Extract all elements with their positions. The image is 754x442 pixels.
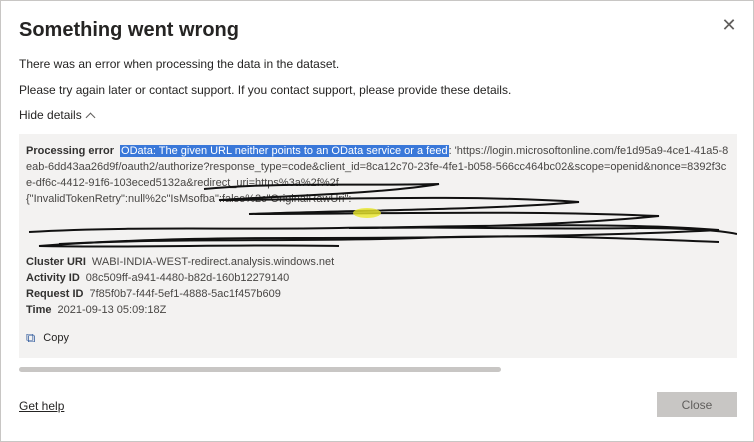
processing-error-label: Processing error: [26, 145, 115, 157]
time-label: Time: [26, 304, 52, 316]
error-dialog: Something went wrong ✕ There was an erro…: [0, 0, 754, 442]
time-value: 2021-09-13 05:09:18Z: [57, 304, 167, 316]
cluster-uri-label: Cluster URI: [26, 256, 86, 268]
processing-error-highlight: OData: The given URL neither points to a…: [120, 145, 449, 157]
chevron-up-icon: [85, 112, 96, 122]
request-id-label: Request ID: [26, 288, 84, 300]
activity-id-value: 08c509ff-a941-4480-b82d-160b12279140: [85, 272, 290, 284]
processing-error-row: Processing error OData: The given URL nei…: [26, 143, 731, 207]
activity-id-row: Activity ID 08c509ff-a941-4480-b82d-160b1…: [26, 270, 289, 286]
close-icon[interactable]: ✕: [719, 15, 739, 35]
cluster-uri-value: WABI-INDIA-WEST-redirect.analysis.window…: [91, 256, 335, 268]
copy-label: Copy: [43, 332, 69, 344]
get-help-link[interactable]: Get help: [19, 399, 64, 413]
hide-details-toggle[interactable]: Hide details: [19, 108, 96, 122]
processing-error-line4: {"InvalidTokenRetry":null%2c"IsMsofba":f…: [26, 193, 352, 205]
cluster-uri-row: Cluster URI WABI-INDIA-WEST-redirect.anal…: [26, 254, 334, 270]
horizontal-scrollbar[interactable]: [19, 367, 501, 372]
hide-details-label: Hide details: [19, 108, 82, 122]
time-row: Time 2021-09-13 05:09:18Z: [26, 302, 166, 318]
details-panel: Processing error OData: The given URL nei…: [19, 134, 737, 358]
copy-button[interactable]: ⧉ Copy: [26, 330, 69, 346]
copy-icon: ⧉: [26, 330, 36, 345]
close-button[interactable]: Close: [657, 392, 737, 417]
support-message: Please try again later or contact suppor…: [19, 83, 512, 97]
error-message: There was an error when processing the d…: [19, 57, 340, 71]
dialog-title: Something went wrong: [19, 19, 239, 41]
activity-id-label: Activity ID: [26, 272, 80, 284]
request-id-value: 7f85f0b7-f44f-5ef1-4888-5ac1f457b609: [89, 288, 281, 300]
request-id-row: Request ID 7f85f0b7-f44f-5ef1-4888-5ac1f4…: [26, 286, 281, 302]
